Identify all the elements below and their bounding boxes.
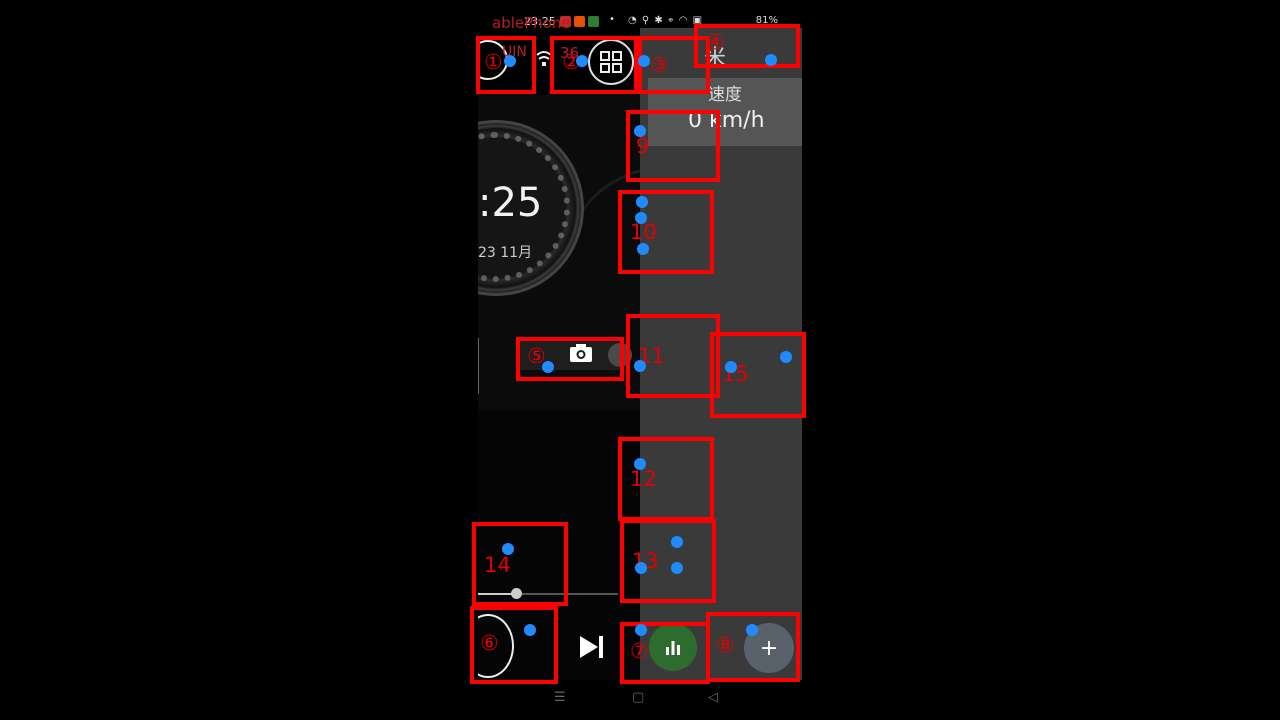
notification-app-icon bbox=[588, 16, 599, 27]
home-nav-icon[interactable]: ▢ bbox=[632, 690, 644, 705]
click-point-dot bbox=[671, 562, 683, 574]
app-title-overlay: ablePhone bbox=[492, 14, 571, 32]
click-point-dot bbox=[634, 360, 646, 372]
annotation-label: ⑥ bbox=[480, 631, 499, 655]
click-point-dot bbox=[637, 243, 649, 255]
click-point-dot bbox=[635, 624, 647, 636]
click-point-dot bbox=[634, 125, 646, 137]
annotation-label: ① bbox=[484, 50, 503, 74]
annotation-label: ③ bbox=[650, 53, 669, 77]
click-point-dot bbox=[780, 351, 792, 363]
annotation-label: 14 bbox=[484, 553, 511, 577]
click-point-dot bbox=[576, 55, 588, 67]
click-point-dot bbox=[671, 536, 683, 548]
status-indicators: ◔ ⚲ ✱ ⌖ ◠ ▣ bbox=[628, 15, 704, 26]
clock-time: :25 bbox=[478, 180, 543, 226]
click-point-dot bbox=[635, 562, 647, 574]
notification-dot-icon: • bbox=[609, 14, 615, 25]
click-point-dot bbox=[504, 55, 516, 67]
next-track-icon[interactable] bbox=[578, 634, 604, 660]
annotation-label: 9 bbox=[636, 134, 650, 158]
menu-nav-icon[interactable]: ☰ bbox=[554, 690, 566, 705]
clock-date: 23 11月 bbox=[478, 245, 533, 261]
annotation-label: 12 bbox=[630, 467, 657, 491]
click-point-dot bbox=[636, 196, 648, 208]
annotation-label: ④ bbox=[706, 30, 725, 54]
annotation-label: ⑧ bbox=[716, 633, 735, 657]
click-point-dot bbox=[542, 361, 554, 373]
speed-label: 速度 bbox=[708, 85, 742, 105]
click-point-dot bbox=[725, 361, 737, 373]
click-point-dot bbox=[502, 543, 514, 555]
divider bbox=[478, 338, 479, 394]
click-point-dot bbox=[638, 55, 650, 67]
click-point-dot bbox=[524, 624, 536, 636]
click-point-dot bbox=[765, 54, 777, 66]
click-point-dot bbox=[746, 624, 758, 636]
back-nav-icon[interactable]: ◁ bbox=[708, 690, 718, 705]
click-point-dot bbox=[635, 212, 647, 224]
annotation-label: ⑦ bbox=[630, 639, 649, 663]
click-point-dot bbox=[634, 458, 646, 470]
annotation-label: 10 bbox=[630, 220, 657, 244]
notification-app-icon bbox=[574, 16, 585, 27]
